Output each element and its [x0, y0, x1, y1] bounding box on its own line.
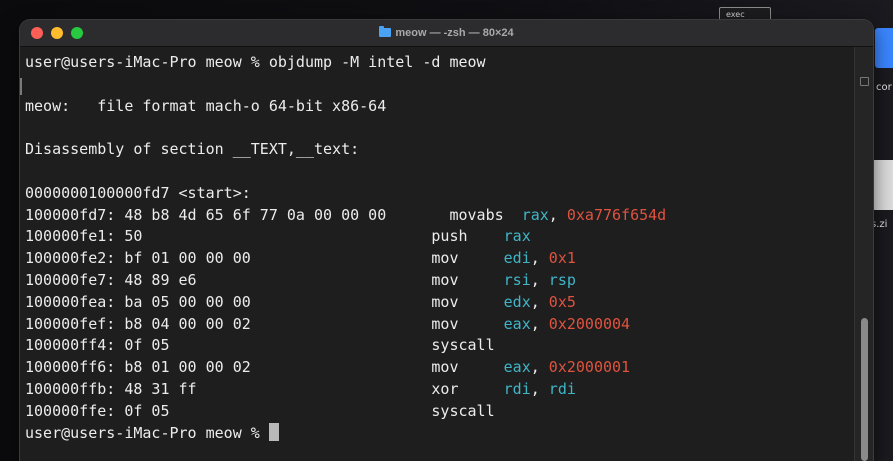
scrollbar-thumb[interactable]: [861, 318, 868, 461]
line-marker: [20, 78, 22, 95]
terminal-window[interactable]: meow — -zsh — 80×24 user@users-iMac-Pro …: [20, 20, 873, 461]
text-cursor: [268, 422, 279, 441]
register-token: eax: [503, 314, 531, 333]
terminal-text: ,: [530, 379, 549, 398]
terminal-text: ,: [530, 249, 549, 268]
register-token: rax: [521, 205, 549, 224]
desktop-zip-label: s.zi: [871, 219, 888, 230]
immediate-token: 0x2000001: [548, 358, 631, 377]
terminal-line: Disassembly of section __TEXT,__text:: [25, 139, 666, 161]
terminal-text: 100000fe7: 48 89 e6 mov: [25, 270, 504, 289]
register-token: rsi: [503, 270, 531, 289]
window-title: meow — -zsh — 80×24: [20, 20, 873, 46]
terminal-text: ,: [530, 314, 549, 333]
terminal-text: 100000fd7: 48 b8 4d 65 6f 77 0a 00 00 00…: [25, 205, 522, 224]
terminal-line: meow: file format mach-o 64-bit x86-64: [25, 96, 666, 118]
terminal-text: 100000fea: ba 05 00 00 00 mov: [25, 292, 504, 311]
desktop: exec cor s.zi meow — -zsh — 80×24 user@u…: [0, 0, 893, 461]
desktop-folder-icon[interactable]: [875, 28, 893, 68]
terminal-text: Disassembly of section __TEXT,__text:: [25, 140, 360, 159]
terminal-lines: user@users-iMac-Pro meow % objdump -M in…: [25, 52, 666, 444]
terminal-line: 100000ff6: b8 01 00 00 02 mov eax, 0x200…: [25, 357, 666, 379]
terminal-output[interactable]: user@users-iMac-Pro meow % objdump -M in…: [20, 47, 855, 461]
immediate-token: 0xa776f654d: [566, 205, 667, 224]
terminal-text: 100000ffe: 0f 05 syscall: [25, 401, 495, 420]
terminal-line: user@users-iMac-Pro meow % objdump -M in…: [25, 52, 666, 74]
terminal-line: 100000ffe: 0f 05 syscall: [25, 401, 666, 423]
title-bar[interactable]: meow — -zsh — 80×24: [20, 20, 873, 47]
terminal-text: 100000ff6: b8 01 00 00 02 mov: [25, 358, 504, 377]
terminal-line: user@users-iMac-Pro meow %: [25, 422, 666, 445]
register-token: eax: [503, 358, 531, 377]
terminal-line: 100000ff4: 0f 05 syscall: [25, 335, 666, 357]
terminal-line: 100000fef: b8 04 00 00 02 mov eax, 0x200…: [25, 314, 666, 336]
window-title-text: meow — -zsh — 80×24: [395, 27, 514, 39]
terminal-text: 100000ffb: 48 31 ff xor: [25, 379, 504, 398]
terminal-text: user@users-iMac-Pro meow % objdump -M in…: [25, 53, 486, 71]
terminal-text: ,: [530, 270, 549, 289]
register-token: rdi: [503, 379, 531, 398]
desktop-exec-item[interactable]: exec: [719, 7, 771, 21]
terminal-text: 100000fef: b8 04 00 00 02 mov: [25, 314, 504, 333]
terminal-text: 100000fe1: 50 push: [25, 227, 504, 246]
terminal-text: 100000fe2: bf 01 00 00 00 mov: [25, 249, 504, 268]
terminal-line: 100000fea: ba 05 00 00 00 mov edx, 0x5: [25, 292, 666, 314]
register-token: rax: [503, 227, 531, 246]
terminal-text: 0000000100000fd7 <start>:: [25, 183, 251, 202]
terminal-text: ,: [548, 205, 567, 224]
register-token: edx: [503, 292, 531, 311]
terminal-line: 100000fe2: bf 01 00 00 00 mov edi, 0x1: [25, 248, 666, 270]
immediate-token: 0x5: [548, 292, 576, 311]
terminal-line: 0000000100000fd7 <start>:: [25, 183, 666, 205]
register-token: rsp: [548, 270, 576, 289]
register-token: rdi: [548, 379, 576, 398]
terminal-text: user@users-iMac-Pro meow %: [25, 423, 269, 442]
desktop-zip-file-icon[interactable]: [873, 160, 893, 210]
immediate-token: 0x1: [548, 249, 576, 268]
terminal-text: ,: [530, 292, 549, 311]
terminal-line: 100000ffb: 48 31 ff xor rdi, rdi: [25, 379, 666, 401]
terminal-text: meow: file format mach-o 64-bit x86-64: [25, 96, 387, 115]
terminal-line: 100000fe7: 48 89 e6 mov rsi, rsp: [25, 270, 666, 292]
terminal-line: 100000fd7: 48 b8 4d 65 6f 77 0a 00 00 00…: [25, 205, 666, 227]
terminal-line: 100000fe1: 50 push rax: [25, 226, 666, 248]
register-token: edi: [503, 249, 531, 268]
scroll-mark-icon: [860, 77, 869, 86]
terminal-text: 100000ff4: 0f 05 syscall: [25, 336, 495, 355]
desktop-item-label: cor: [876, 82, 892, 93]
terminal-text: ,: [530, 358, 549, 377]
folder-icon: [379, 26, 392, 37]
immediate-token: 0x2000004: [548, 314, 631, 333]
